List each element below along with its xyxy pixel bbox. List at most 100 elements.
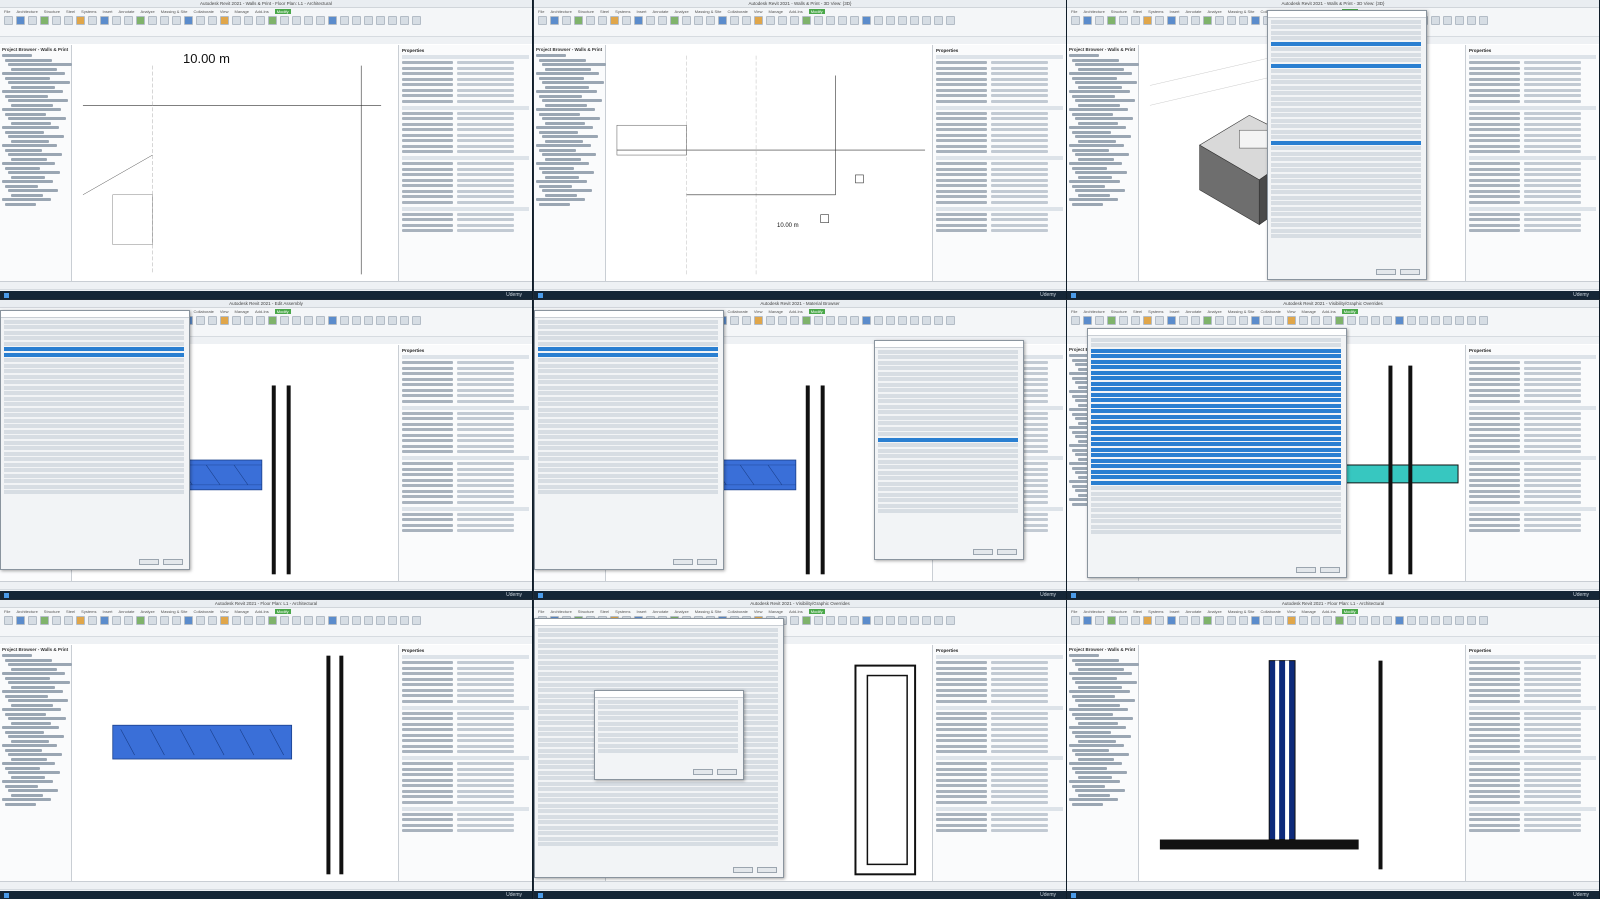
cancel-button[interactable] [1400, 269, 1420, 275]
dialog-row[interactable] [538, 836, 778, 841]
dialog-row[interactable] [1091, 359, 1341, 364]
tool-icon[interactable] [730, 316, 739, 325]
browser-tree-item[interactable] [1078, 685, 1122, 689]
property-row[interactable] [402, 518, 529, 522]
ok-button[interactable] [973, 549, 993, 555]
ribbon-tab[interactable]: Steel [66, 9, 75, 14]
property-row[interactable] [936, 72, 1063, 76]
property-row[interactable] [1469, 717, 1596, 721]
property-row[interactable] [936, 666, 1063, 671]
tool-icon[interactable] [1443, 16, 1452, 25]
tool-icon[interactable] [850, 16, 859, 25]
view-control-bar[interactable] [534, 882, 1066, 890]
property-row[interactable] [402, 388, 529, 393]
tool-icon[interactable] [1179, 16, 1188, 25]
ribbon-tab[interactable]: Massing & Site [1228, 309, 1255, 314]
dialog-row[interactable] [1271, 168, 1421, 172]
tool-icon[interactable] [412, 16, 421, 25]
ribbon-tab[interactable]: Insert [103, 9, 113, 14]
tool-icon[interactable] [208, 16, 217, 25]
tool-icon[interactable] [874, 616, 883, 625]
tool-icon[interactable] [1431, 316, 1440, 325]
dialog-row[interactable] [1091, 365, 1341, 369]
tool-icon[interactable] [352, 16, 361, 25]
dialog-row[interactable] [538, 649, 778, 654]
browser-tree-item[interactable] [11, 703, 53, 707]
property-row[interactable] [402, 150, 529, 154]
dialog-row[interactable] [1091, 453, 1341, 457]
browser-tree-item[interactable] [1069, 780, 1120, 783]
property-row[interactable] [402, 366, 529, 371]
property-row[interactable] [936, 661, 1063, 665]
browser-tree-item[interactable] [539, 166, 574, 170]
tool-icon[interactable] [268, 16, 277, 25]
start-icon[interactable] [1071, 593, 1076, 598]
tool-icon[interactable] [1179, 316, 1188, 325]
browser-tree-item[interactable] [11, 775, 45, 779]
property-row[interactable] [402, 394, 529, 398]
tool-icon[interactable] [1071, 16, 1080, 25]
property-row[interactable] [402, 778, 529, 783]
property-row[interactable] [402, 433, 529, 438]
ribbon-tab[interactable]: File [538, 609, 544, 614]
dialog-row[interactable] [1271, 102, 1421, 106]
dialog-row[interactable] [1271, 129, 1421, 134]
dialog-row[interactable] [598, 727, 738, 731]
browser-tree-item[interactable] [8, 135, 64, 138]
browser-tree-item[interactable] [11, 67, 57, 71]
ribbon-tab[interactable]: Insert [1170, 309, 1180, 314]
browser-tree-item[interactable] [1072, 694, 1115, 698]
dialog-row[interactable] [538, 424, 718, 428]
property-row[interactable] [402, 99, 529, 104]
dialog-row[interactable] [538, 385, 718, 390]
tool-icon[interactable] [874, 16, 883, 25]
tool-icon[interactable] [706, 16, 715, 25]
start-icon[interactable] [4, 293, 9, 298]
tool-icon[interactable] [328, 316, 337, 325]
tool-icon[interactable] [340, 316, 349, 325]
browser-tree-item[interactable] [2, 780, 53, 783]
ribbon-tab[interactable]: Structure [1111, 9, 1127, 14]
property-row[interactable] [402, 823, 529, 828]
tool-icon[interactable] [1227, 316, 1236, 325]
property-row[interactable] [1469, 167, 1596, 172]
property-row[interactable] [936, 829, 1063, 833]
dialog-row[interactable] [878, 454, 1018, 458]
browser-tree-item[interactable] [11, 175, 45, 179]
view-control-bar[interactable] [534, 582, 1066, 590]
dialog-row[interactable] [1271, 58, 1421, 62]
tool-icon[interactable] [280, 616, 289, 625]
browser-tree-item[interactable] [1078, 193, 1110, 197]
browser-tree-item[interactable] [536, 54, 566, 57]
browser-tree-item[interactable] [11, 121, 51, 125]
dialog-row[interactable] [4, 396, 184, 401]
property-row[interactable] [936, 733, 1063, 738]
visibility-graphics-dialog[interactable] [1087, 328, 1347, 578]
browser-tree-item[interactable] [1078, 757, 1114, 761]
ribbon-tab[interactable]: Analyze [1208, 9, 1222, 14]
property-row[interactable] [402, 372, 529, 376]
ribbon-tab[interactable]: Architecture [1083, 309, 1104, 314]
property-row[interactable] [936, 162, 1063, 166]
dialog-row[interactable] [4, 429, 184, 434]
tool-icon[interactable] [766, 16, 775, 25]
tool-icon[interactable] [16, 616, 25, 625]
browser-tree-item[interactable] [1078, 157, 1114, 161]
browser-tree-item[interactable] [1069, 672, 1132, 675]
property-row[interactable] [1469, 72, 1596, 76]
tool-icon[interactable] [934, 616, 943, 625]
property-row[interactable] [1469, 722, 1596, 727]
tool-icon[interactable] [1131, 16, 1140, 25]
property-row[interactable] [402, 722, 529, 727]
property-row[interactable] [1469, 512, 1596, 517]
line-styles-dialog[interactable] [594, 690, 744, 780]
dialog-row[interactable] [4, 446, 184, 450]
tool-icon[interactable] [304, 316, 313, 325]
dialog-row[interactable] [538, 341, 718, 346]
ribbon-tab[interactable]: View [220, 309, 229, 314]
property-row[interactable] [402, 218, 529, 222]
dialog-row[interactable] [4, 490, 184, 494]
browser-tree-item[interactable] [1069, 144, 1124, 147]
tool-icon[interactable] [40, 16, 49, 25]
browser-tree-item[interactable] [1072, 676, 1117, 680]
